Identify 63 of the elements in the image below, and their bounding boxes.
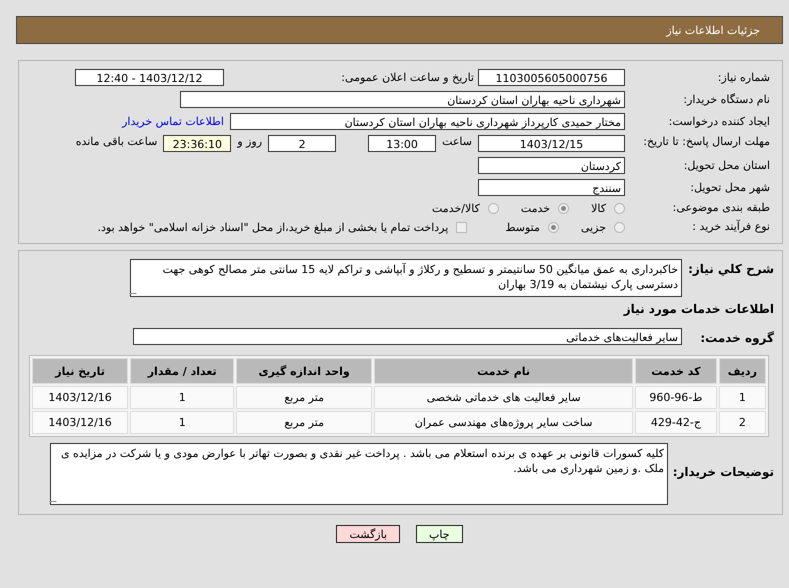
radio-button[interactable]	[614, 222, 625, 232]
field-label: مهلت ارسال پاسخ: تا تاریخ:	[642, 135, 771, 149]
column-header: تاریخ نیاز	[32, 358, 128, 384]
buyer-field: شهرداری ناحیه بهاران استان کردستان	[180, 91, 625, 108]
radio-button[interactable]	[548, 222, 559, 232]
column-header: ردیف	[718, 358, 766, 384]
field-label: شهر محل تحویل:	[689, 180, 771, 194]
remaining-label: ساعت باقی مانده	[76, 135, 158, 148]
option-label: کالا/خدمت	[432, 202, 480, 214]
field-label: ایجاد کننده درخواست:	[668, 114, 771, 128]
action-button[interactable]: بازگشت	[336, 525, 400, 543]
option-label: متوسط	[505, 220, 540, 234]
field-label: نوع فرآیند خرید :	[691, 220, 771, 234]
city-field: سنندج	[478, 179, 625, 196]
option-label: جزیی	[580, 220, 606, 234]
column-header: تعداد / مقدار	[130, 358, 234, 384]
days-field: 2	[268, 135, 336, 152]
column-header: کد خدمت	[635, 358, 717, 384]
field-label: شماره نیاز:	[716, 70, 771, 84]
table-cell: متر مربع	[236, 411, 372, 434]
table-cell: 1	[130, 386, 234, 409]
field-label: توضیحات خریدار:	[674, 464, 774, 479]
action-button[interactable]: چاپ	[416, 525, 463, 543]
table-cell: 1403/12/16	[32, 386, 128, 409]
notes-textarea[interactable]: کلیه کسورات قانونی بر عهده ی برنده استعلام می باشد . پرداخت غیر نقدی و بصورت تهاتر با عوارض مودی و یا شرکت در مزایده ی ملک .و زمین شهرداری می باشد.	[50, 443, 668, 505]
radio-button[interactable]	[614, 202, 625, 214]
page-title: جزئیات اطلاعات نیاز	[666, 24, 760, 36]
announce-date-field: 1403/12/12 - 12:40	[75, 69, 224, 86]
field-label: تاریخ و ساعت اعلان عمومی:	[340, 71, 475, 84]
field-label: گروه خدمت:	[699, 330, 774, 345]
field-label: طبقه بندی موضوعی:	[672, 201, 771, 215]
buyer-contact-link[interactable]: اطلاعات تماس خریدار	[122, 115, 224, 128]
column-header: واحد اندازه گیری	[236, 358, 372, 384]
field-label: شرح کلي نياز:	[687, 261, 774, 276]
column-header: نام خدمت	[374, 358, 634, 384]
province-field: کردستان	[478, 157, 625, 174]
field-label: نام دستگاه خریدار:	[682, 92, 771, 106]
checkbox-label: پرداخت تمام یا بخشی از مبلغ خرید،از محل "اسناد خزانه اسلامی" خواهد بود.	[98, 220, 448, 234]
radio-button[interactable]	[488, 202, 499, 214]
table-cell: 1	[718, 386, 766, 409]
description-textarea[interactable]: خاکبرداری به عمق میانگین 50 سانتیمتر و تسطیح و رکلاژ و آبپاشی و تراکم لایه 15 سانتی متر مصالح کوهی جهت دسترسی پارک نیشتمان به 3/19 بهاران	[130, 259, 682, 297]
checkbox[interactable]	[456, 222, 468, 232]
option-label: خدمت	[520, 202, 550, 214]
deadline-time-field: 13:00	[368, 135, 436, 152]
days-label: روز و	[237, 135, 262, 148]
table-cell: متر مربع	[236, 386, 372, 409]
deadline-date-field: 1403/12/15	[478, 135, 625, 152]
table-cell: 2	[718, 411, 766, 434]
option-label: کالا	[591, 202, 606, 214]
field-label: استان محل تحویل:	[682, 158, 771, 172]
need-number-field: 1103005605000756	[478, 69, 625, 86]
table-cell: ج-42-429	[635, 411, 717, 434]
remaining-time-field: 23:36:10	[163, 135, 232, 152]
creator-field: مختار حمیدی کارپرداز شهرداری ناحیه بهاران استان کردستان	[230, 113, 625, 130]
table-cell: 1	[130, 411, 234, 434]
table-cell: 1403/12/16	[32, 411, 128, 434]
table-cell: ط-96-960	[635, 386, 717, 409]
table-cell: سایر فعالیت های خدماتی شخصی	[374, 386, 634, 409]
service-group-field: سایر فعالیت‌های خدماتی	[133, 328, 682, 345]
radio-button[interactable]	[558, 202, 570, 214]
table-cell: ساخت سایر پروژه‌های مهندسی عمران	[374, 411, 634, 434]
section-title: اطلاعات خدمات مورد نياز	[622, 302, 774, 316]
time-label: ساعت	[442, 135, 472, 148]
